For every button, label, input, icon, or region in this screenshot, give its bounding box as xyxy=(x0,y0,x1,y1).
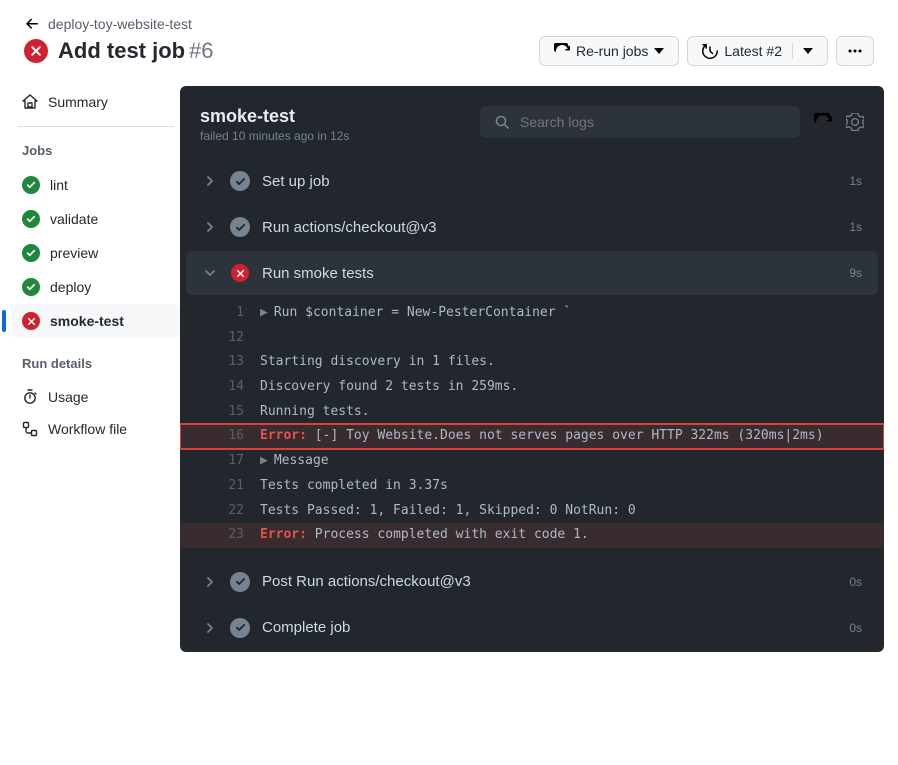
success-icon xyxy=(22,176,40,194)
step-row[interactable]: Set up job 1s xyxy=(186,159,878,203)
sidebar-workflow-file[interactable]: Workflow file xyxy=(12,413,180,445)
sidebar-job-lint[interactable]: lint xyxy=(12,168,180,202)
log-line: 12 xyxy=(180,326,884,351)
log-line: 22Tests Passed: 1, Failed: 1, Skipped: 0… xyxy=(180,499,884,524)
log-search[interactable] xyxy=(480,106,800,138)
step-duration: 0s xyxy=(849,621,862,635)
breadcrumb-label: deploy-toy-website-test xyxy=(48,16,192,32)
fail-icon xyxy=(231,264,249,282)
rerun-jobs-button[interactable]: Re-run jobs xyxy=(539,36,679,66)
sidebar-usage[interactable]: Usage xyxy=(12,381,180,413)
chevron-icon xyxy=(202,622,218,634)
success-icon xyxy=(22,210,40,228)
sidebar-job-deploy[interactable]: deploy xyxy=(12,270,180,304)
workflow-icon xyxy=(22,421,38,437)
step-name: Set up job xyxy=(262,173,837,190)
step-row[interactable]: Run actions/checkout@v3 1s xyxy=(186,205,878,249)
step-name: Complete job xyxy=(262,619,837,636)
job-label: preview xyxy=(50,245,98,261)
run-title: Add test job xyxy=(58,38,185,63)
chevron-icon xyxy=(202,221,218,233)
step-row[interactable]: Run smoke tests 9s xyxy=(186,251,878,295)
sidebar-summary[interactable]: Summary xyxy=(12,86,180,118)
log-panel: smoke-test failed 10 minutes ago in 12s … xyxy=(180,86,884,652)
more-actions-button[interactable] xyxy=(836,36,874,66)
step-row[interactable]: Post Run actions/checkout@v3 0s xyxy=(186,560,878,604)
status-fail-icon xyxy=(24,39,48,63)
check-icon xyxy=(230,618,250,638)
sidebar: Summary Jobs lint validate preview deploy sm… xyxy=(0,86,180,652)
log-line: 13Starting discovery in 1 files. xyxy=(180,350,884,375)
search-icon xyxy=(494,114,510,130)
job-subtitle: failed 10 minutes ago in 12s xyxy=(200,129,349,143)
step-row[interactable]: Complete job 0s xyxy=(186,606,878,650)
log-line: 21Tests completed in 3.37s xyxy=(180,474,884,499)
step-duration: 1s xyxy=(849,174,862,188)
run-number: #6 xyxy=(189,38,213,63)
caret-down-icon xyxy=(654,48,664,54)
step-duration: 1s xyxy=(849,220,862,234)
latest-run-button[interactable]: Latest #2 xyxy=(687,36,828,66)
step-duration: 9s xyxy=(849,266,862,280)
history-icon xyxy=(702,43,718,59)
log-line: 14Discovery found 2 tests in 259ms. xyxy=(180,375,884,400)
job-label: lint xyxy=(50,177,68,193)
step-name: Post Run actions/checkout@v3 xyxy=(262,573,837,590)
chevron-icon xyxy=(202,175,218,187)
success-icon xyxy=(22,278,40,296)
run-details-heading: Run details xyxy=(12,352,180,381)
stopwatch-icon xyxy=(22,389,38,405)
home-icon xyxy=(22,94,38,110)
job-label: deploy xyxy=(50,279,91,295)
job-title: smoke-test xyxy=(200,106,349,127)
chevron-icon xyxy=(202,576,218,588)
refresh-logs-button[interactable] xyxy=(814,113,832,131)
job-label: validate xyxy=(50,211,98,227)
arrow-left-icon xyxy=(24,16,40,32)
check-icon xyxy=(230,217,250,237)
log-line: 16Error: [-] Toy Website.Does not serves… xyxy=(180,424,884,449)
sync-icon xyxy=(554,43,570,59)
step-name: Run actions/checkout@v3 xyxy=(262,219,837,236)
sidebar-job-preview[interactable]: preview xyxy=(12,236,180,270)
chevron-icon xyxy=(202,267,218,279)
step-name: Run smoke tests xyxy=(262,265,837,282)
log-line: 1▶Run $container = New-PesterContainer ` xyxy=(180,301,884,326)
check-icon xyxy=(230,572,250,592)
log-line: 23Error: Process completed with exit cod… xyxy=(180,523,884,548)
jobs-heading: Jobs xyxy=(12,139,180,168)
log-line: 17▶Message xyxy=(180,449,884,474)
log-line: 15Running tests. xyxy=(180,400,884,425)
caret-down-icon xyxy=(803,48,813,54)
fail-icon xyxy=(22,312,40,330)
log-settings-button[interactable] xyxy=(846,113,864,131)
kebab-icon xyxy=(847,43,863,59)
sidebar-job-smoke-test[interactable]: smoke-test xyxy=(12,304,180,338)
search-input[interactable] xyxy=(520,114,786,130)
sidebar-job-validate[interactable]: validate xyxy=(12,202,180,236)
check-icon xyxy=(230,171,250,191)
success-icon xyxy=(22,244,40,262)
breadcrumb-back[interactable]: deploy-toy-website-test xyxy=(24,16,874,32)
job-label: smoke-test xyxy=(50,313,124,329)
log-output: 1▶Run $container = New-PesterContainer `… xyxy=(180,297,884,558)
step-duration: 0s xyxy=(849,575,862,589)
